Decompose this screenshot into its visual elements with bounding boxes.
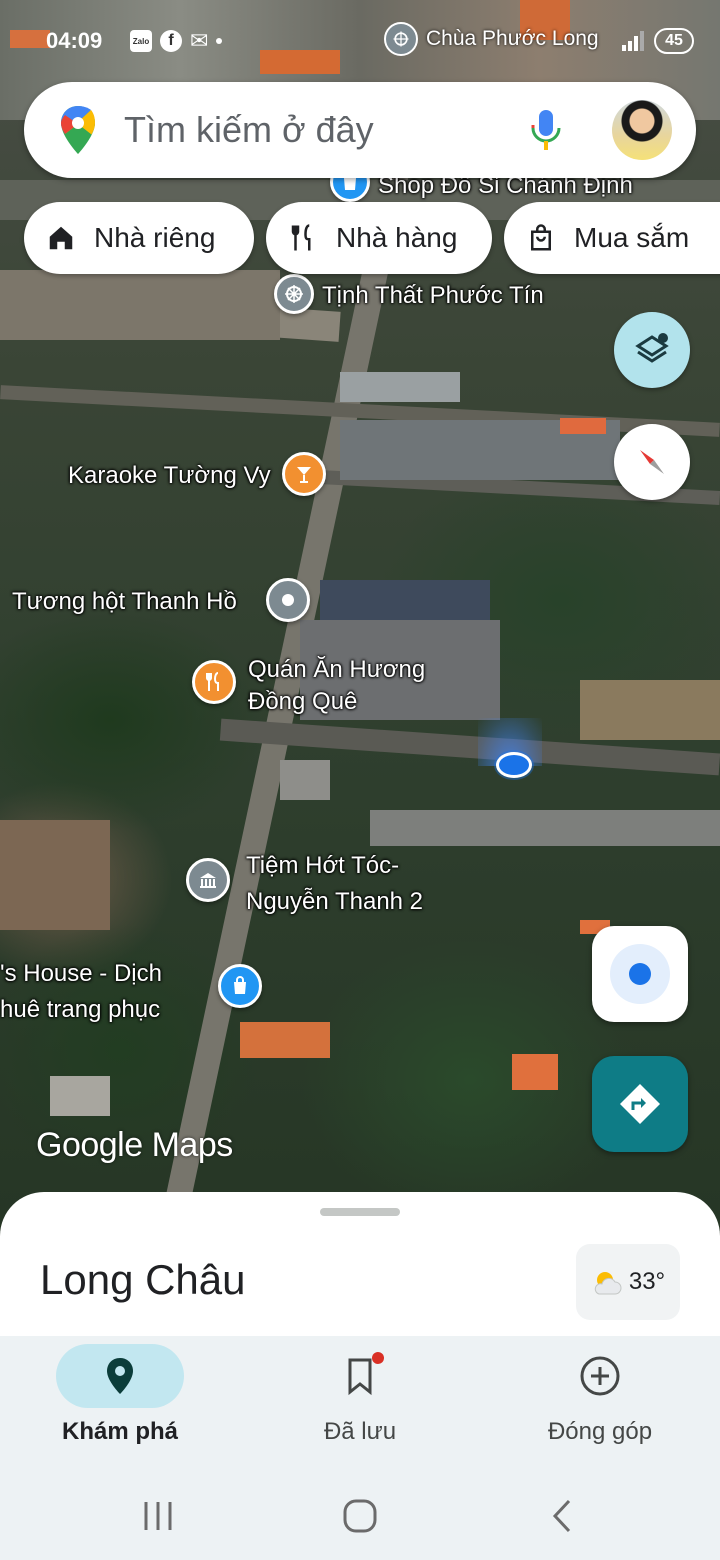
poi-label[interactable]: Quán Ăn Hương <box>248 654 425 686</box>
place-name: Long Châu <box>40 1256 246 1303</box>
chip-label: Mua sắm <box>574 222 690 253</box>
nav-indicator <box>296 1344 424 1408</box>
directions-icon <box>620 1084 660 1124</box>
poi-label[interactable]: Nguyễn Thanh 2 <box>246 886 423 918</box>
chip-label: Nhà riêng <box>94 222 216 253</box>
my-location-icon <box>610 944 670 1004</box>
poi-label[interactable]: huê trang phục <box>0 994 160 1026</box>
compass-icon <box>640 450 664 474</box>
roof-block <box>50 1076 110 1116</box>
barber-pin-icon[interactable] <box>186 858 230 902</box>
roof-block <box>370 810 720 846</box>
notification-place-label: Chùa Phước Long <box>426 27 599 50</box>
temple-icon <box>384 22 418 56</box>
restaurant-pin-icon[interactable] <box>192 660 236 704</box>
add-circle-icon <box>580 1356 620 1396</box>
chip-label: Nhà hàng <box>336 222 458 253</box>
drag-handle[interactable] <box>320 1208 400 1216</box>
back-button[interactable] <box>532 1494 592 1538</box>
nav-contribute[interactable]: Đóng góp <box>480 1344 720 1464</box>
shopping-pin-icon[interactable] <box>218 964 262 1008</box>
home-circle-icon <box>343 1499 377 1533</box>
home-button[interactable] <box>330 1494 390 1538</box>
zalo-icon: Zalo <box>130 30 152 52</box>
directions-button[interactable] <box>592 1056 688 1152</box>
mail-icon: ✉ <box>190 28 209 53</box>
nav-indicator <box>536 1344 664 1408</box>
notification-icons: Zalo f ✉ <box>130 28 223 53</box>
poi-label[interactable]: Tiệm Hớt Tóc- <box>246 850 399 882</box>
recent-apps-button[interactable] <box>128 1494 188 1538</box>
poi-label[interactable]: Đồng Quê <box>248 686 357 718</box>
bottom-sheet[interactable]: Long Châu 33° <box>0 1192 720 1342</box>
roof-block <box>580 680 720 740</box>
system-navigation-bar <box>0 1472 720 1560</box>
category-chips: Nhà riêng Nhà hàng Mua sắm <box>24 202 720 274</box>
karaoke-pin-icon[interactable] <box>282 452 326 496</box>
nav-explore[interactable]: Khám phá <box>0 1344 240 1464</box>
chip-shopping[interactable]: Mua sắm <box>504 202 720 274</box>
poi-label[interactable]: 's House - Dịch <box>0 958 162 990</box>
status-bar: 04:09 Zalo f ✉ Chùa Phước Long 45 <box>0 22 720 62</box>
partly-cloudy-icon <box>594 1272 622 1295</box>
notification-badge <box>372 1352 384 1364</box>
temple-pin-icon[interactable] <box>274 274 314 314</box>
google-maps-logo-icon <box>61 106 95 154</box>
layers-button[interactable] <box>614 312 690 388</box>
search-bar[interactable] <box>24 82 696 178</box>
nav-label: Đã lưu <box>323 1418 397 1445</box>
system-status: 45 <box>622 28 694 54</box>
facebook-icon: f <box>160 30 182 52</box>
nav-label: Đóng góp <box>547 1418 653 1445</box>
roof-block <box>560 418 606 434</box>
back-chevron-icon <box>552 1499 571 1533</box>
roof-block <box>0 270 280 340</box>
poi-label[interactable]: Tương hột Thanh Hồ <box>12 586 237 618</box>
roof-block <box>512 1054 558 1090</box>
poi-label[interactable]: Tịnh Thất Phước Tín <box>322 280 544 312</box>
battery-icon: 45 <box>654 28 694 54</box>
bookmark-icon <box>348 1358 372 1396</box>
roof-block <box>280 760 330 800</box>
my-location-button[interactable] <box>592 926 688 1022</box>
generic-pin-icon[interactable] <box>266 578 310 622</box>
explore-pin-icon <box>107 1358 133 1394</box>
bottom-nav: Khám phá Đã lưu Đóng góp <box>0 1336 720 1472</box>
weather-chip[interactable]: 33° <box>576 1244 680 1320</box>
search-input[interactable] <box>124 104 504 156</box>
roof-block <box>240 1022 330 1058</box>
restaurant-icon <box>291 224 311 251</box>
nav-indicator <box>56 1344 184 1408</box>
layers-icon <box>635 333 669 363</box>
chip-home[interactable]: Nhà riêng <box>24 202 254 274</box>
notification-place: Chùa Phước Long <box>384 22 599 56</box>
recent-apps-icon <box>144 1502 172 1530</box>
shopping-bag-icon <box>531 224 551 251</box>
nav-label: Khám phá <box>61 1418 178 1445</box>
compass-button[interactable] <box>614 424 690 500</box>
more-notifications-dot <box>216 38 223 44</box>
user-location-dot <box>496 752 532 778</box>
home-icon <box>49 226 73 250</box>
microphone-icon[interactable] <box>528 106 564 154</box>
signal-icon <box>622 31 644 51</box>
chip-restaurants[interactable]: Nhà hàng <box>266 202 492 274</box>
status-time: 04:09 <box>46 28 103 53</box>
roof-block <box>320 580 490 620</box>
poi-label[interactable]: Karaoke Tường Vy <box>68 460 271 492</box>
map-view[interactable]: Shop Đồ Sỉ Chánh Định Tịnh Thất Phước Tí… <box>0 0 720 1230</box>
avatar[interactable] <box>612 100 672 160</box>
roof-block <box>0 820 110 930</box>
roof-block <box>340 372 460 402</box>
nav-saved[interactable]: Đã lưu <box>240 1344 480 1464</box>
google-maps-watermark: Google Maps <box>36 1126 233 1164</box>
weather-temp: 33° <box>628 1268 666 1295</box>
